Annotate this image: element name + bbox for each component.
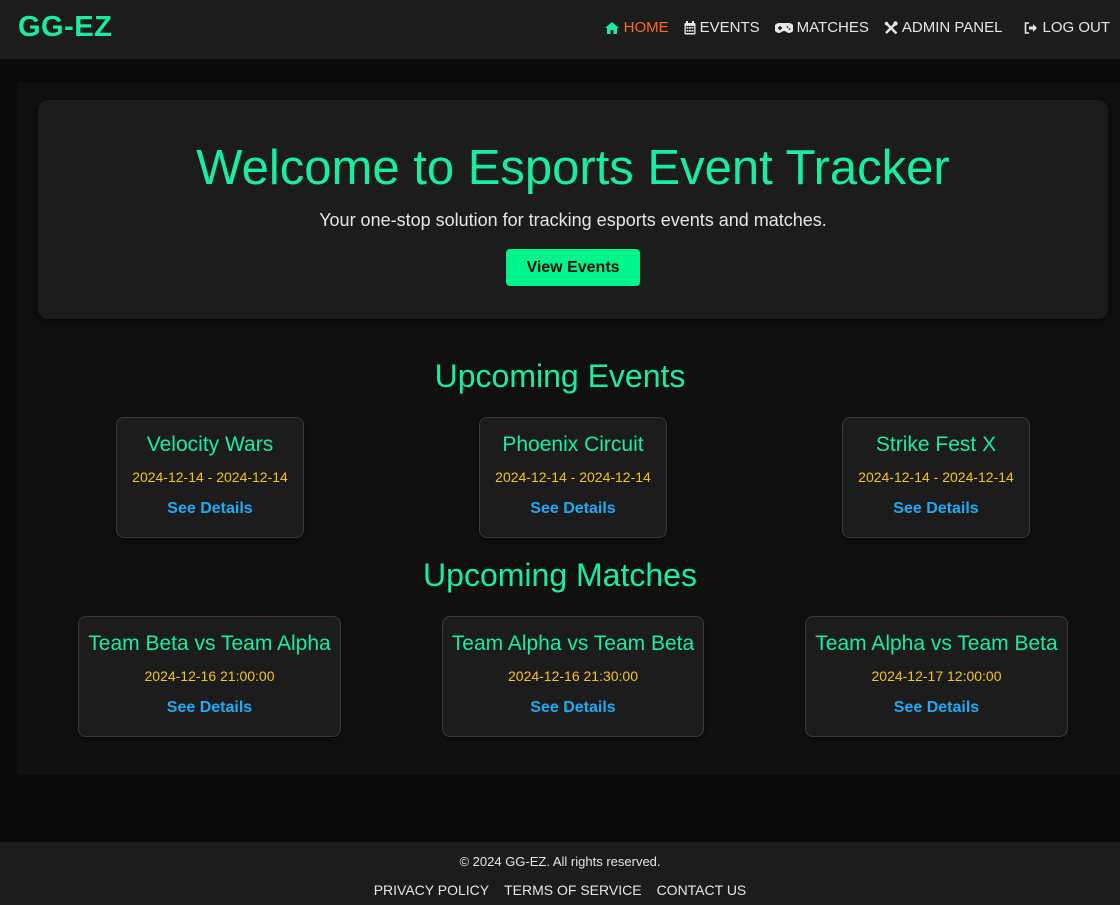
event-card: Strike Fest X 2024-12-14 - 2024-12-14 Se… (842, 417, 1030, 538)
match-name: Team Alpha vs Team Beta (451, 632, 695, 655)
tools-icon (884, 21, 898, 35)
nav-admin-panel[interactable]: ADMIN PANEL (884, 19, 1003, 37)
event-dates: 2024-12-14 - 2024-12-14 (858, 469, 1014, 485)
match-card: Team Beta vs Team Alpha 2024-12-16 21:00… (78, 616, 341, 737)
nav-matches[interactable]: MATCHES (774, 19, 869, 37)
home-icon (604, 21, 620, 35)
hero-subtitle: Your one-stop solution for tracking espo… (319, 210, 827, 230)
see-details-link[interactable]: See Details (79, 699, 340, 717)
nav-logout[interactable]: LOG OUT (1024, 19, 1110, 37)
privacy-policy-link[interactable]: PRIVACY POLICY (374, 882, 489, 898)
match-name: Team Alpha vs Team Beta (815, 632, 1058, 655)
contact-us-link[interactable]: CONTACT US (657, 882, 747, 898)
view-events-button[interactable]: View Events (506, 249, 640, 286)
match-time: 2024-12-17 12:00:00 (871, 668, 1002, 684)
copyright-text: © 2024 GG-EZ. All rights reserved. (459, 854, 661, 869)
see-details-link[interactable]: See Details (806, 699, 1067, 717)
calendar-icon (684, 21, 696, 35)
upcoming-matches-heading: Upcoming Matches (423, 557, 697, 593)
see-details-link[interactable]: See Details (843, 500, 1029, 518)
event-dates: 2024-12-14 - 2024-12-14 (495, 469, 651, 485)
match-time: 2024-12-16 21:30:00 (508, 668, 638, 684)
event-name: Phoenix Circuit (502, 433, 644, 456)
nav-home[interactable]: HOME (604, 19, 669, 37)
hero-title: Welcome to Esports Event Tracker (196, 141, 950, 195)
nav-admin-label: ADMIN PANEL (901, 19, 1003, 36)
nav-links: HOME EVENTS MATCHES ADMIN PANEL LOG OUT (589, 19, 1110, 37)
nav-matches-label: MATCHES (796, 19, 869, 36)
terms-of-service-link[interactable]: TERMS OF SERVICE (504, 882, 641, 898)
nav-logout-label: LOG OUT (1042, 19, 1110, 36)
see-details-link[interactable]: See Details (443, 699, 703, 717)
match-time: 2024-12-16 21:00:00 (144, 668, 275, 684)
event-card: Phoenix Circuit 2024-12-14 - 2024-12-14 … (479, 417, 667, 538)
see-details-link[interactable]: See Details (480, 500, 666, 518)
nav-home-label: HOME (623, 19, 669, 36)
nav-events-label: EVENTS (699, 19, 760, 36)
event-card: Velocity Wars 2024-12-14 - 2024-12-14 Se… (116, 417, 304, 538)
hero-section: Welcome to Esports Event Tracker Your on… (38, 100, 1108, 319)
match-name: Team Beta vs Team Alpha (88, 632, 331, 655)
event-name: Velocity Wars (146, 433, 274, 456)
match-card: Team Alpha vs Team Beta 2024-12-16 21:30… (442, 616, 704, 737)
brand-logo[interactable]: GG-EZ (18, 11, 112, 44)
upcoming-events-heading: Upcoming Events (434, 358, 686, 394)
see-details-link[interactable]: See Details (117, 500, 303, 518)
event-name: Strike Fest X (875, 433, 997, 456)
footer-links: PRIVACY POLICY TERMS OF SERVICE CONTACT … (0, 882, 1120, 898)
event-dates: 2024-12-14 - 2024-12-14 (132, 469, 288, 485)
sign-out-icon (1024, 22, 1038, 34)
nav-events[interactable]: EVENTS (684, 19, 760, 37)
top-navbar: GG-EZ HOME EVENTS MATCHES ADMIN PANEL LO… (0, 0, 1120, 59)
gamepad-icon (774, 22, 793, 34)
match-card: Team Alpha vs Team Beta 2024-12-17 12:00… (805, 616, 1068, 737)
footer: © 2024 GG-EZ. All rights reserved. PRIVA… (0, 842, 1120, 905)
